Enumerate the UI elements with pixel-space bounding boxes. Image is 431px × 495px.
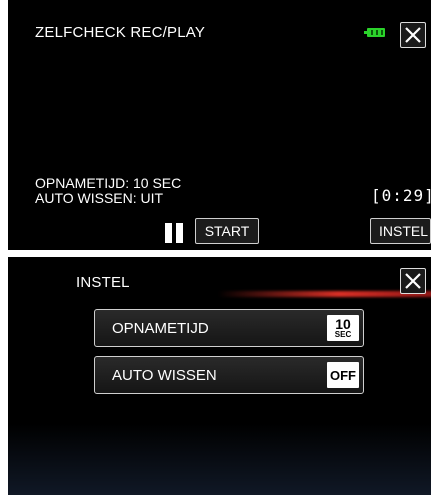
menu-item-label: OPNAMETIJD [112,320,209,337]
auto-delete-info: AUTO WISSEN: UIT [35,190,164,206]
screen-title: ZELFCHECK REC/PLAY [35,24,206,41]
remaining-time-counter: [0:29] [371,186,431,205]
screen-title: INSTEL [76,274,130,291]
menu-item-auto-delete[interactable]: AUTO WISSEN OFF [94,356,364,394]
settings-button[interactable]: INSTEL [370,218,431,244]
record-play-check-screen: ZELFCHECK REC/PLAY OPNAMETIJD: 10 SEC AU… [8,0,431,250]
recording-time-number: 10 [335,316,351,332]
recording-time-unit: SEC [334,330,352,339]
start-button[interactable]: START [195,218,259,244]
close-icon [405,27,421,43]
close-button[interactable] [400,268,426,294]
menu-item-recording-time[interactable]: OPNAMETIJD 10 SEC [94,309,364,347]
settings-screen: INSTEL OPNAMETIJD 10 SEC AUTO WISSEN OFF [8,257,431,495]
battery-full-icon [364,28,385,37]
close-button[interactable] [400,22,426,48]
menu-item-label: AUTO WISSEN [112,367,217,384]
auto-delete-value-icon: OFF [327,362,359,388]
close-icon [405,273,421,289]
recording-time-info: OPNAMETIJD: 10 SEC [35,175,182,191]
pause-icon [165,223,184,243]
recording-time-value-icon: 10 SEC [327,315,359,341]
